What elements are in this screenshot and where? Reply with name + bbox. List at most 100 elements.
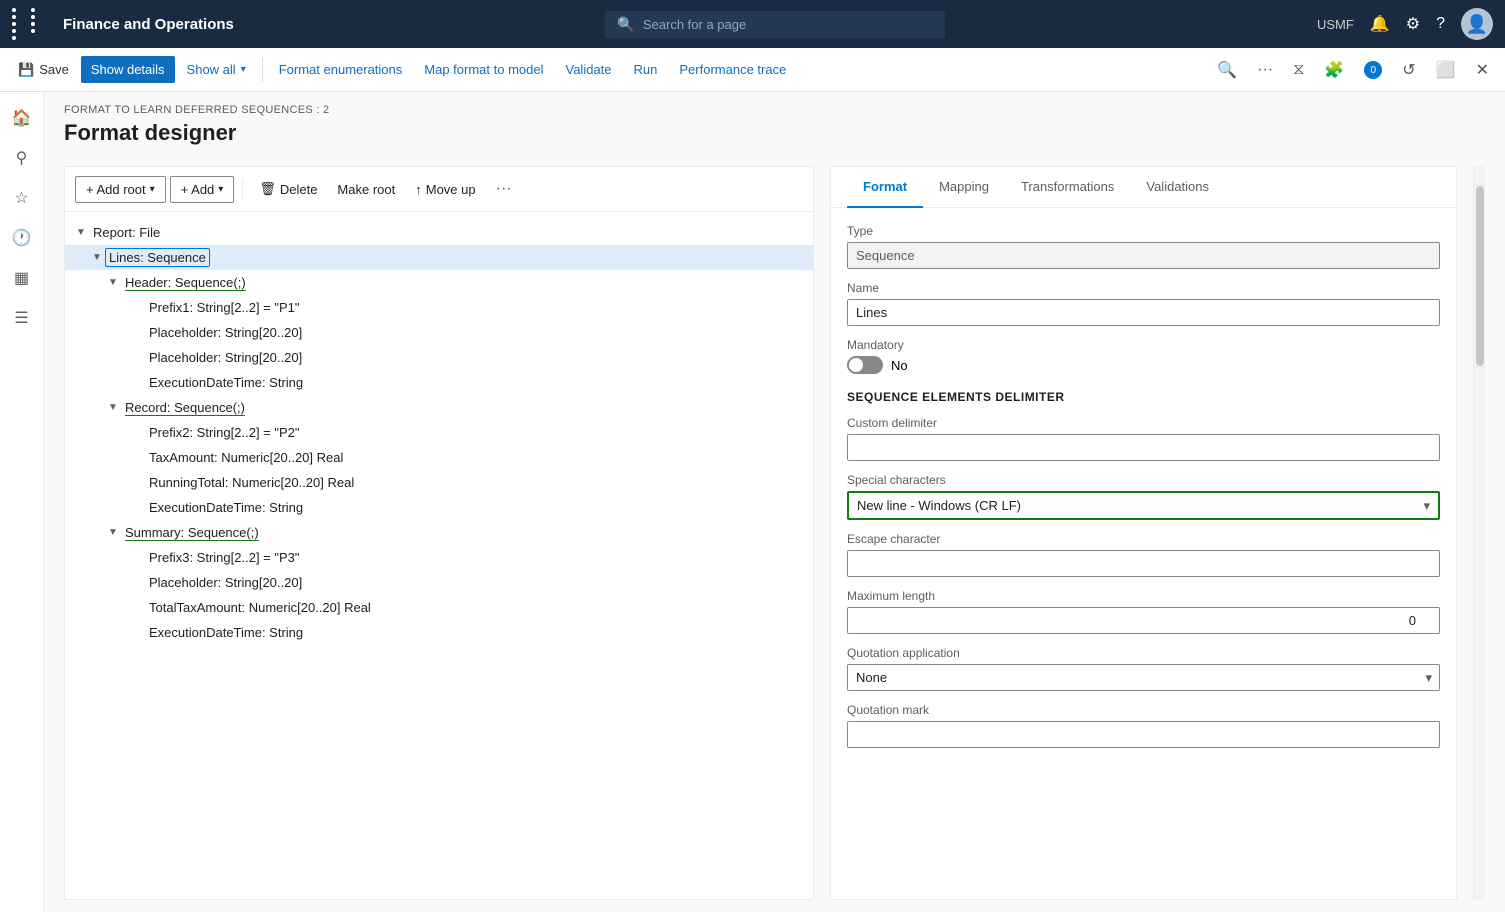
help-icon[interactable]: ? — [1436, 15, 1445, 33]
delete-button[interactable]: 🗑 Delete — [251, 176, 325, 202]
toolbar-right: 🔍 ··· ⧖ 🧩 0 ↺ ⬜ ✕ — [1209, 56, 1497, 84]
mandatory-label: Mandatory — [847, 338, 1440, 352]
performance-trace-button[interactable]: Performance trace — [669, 56, 796, 83]
tree-content: ▼ Report: File ▼ Lines: Sequence ▼ Heade… — [65, 212, 813, 899]
tree-more-button[interactable]: ··· — [488, 175, 520, 203]
show-details-button[interactable]: Show details — [81, 56, 175, 83]
user-avatar[interactable]: 👤 — [1461, 8, 1493, 40]
quotation-mark-input[interactable] — [847, 721, 1440, 748]
tree-toggle-header[interactable]: ▼ — [105, 277, 121, 288]
save-button[interactable]: 💾 Save — [8, 56, 79, 84]
tab-transformations[interactable]: Transformations — [1005, 167, 1130, 208]
tree-item-lines[interactable]: ▼ Lines: Sequence — [65, 245, 813, 270]
section-delimiter-header: SEQUENCE ELEMENTS DELIMITER — [847, 390, 1440, 404]
app-title: Finance and Operations — [63, 16, 234, 33]
sidebar-clock-icon[interactable]: 🕐 — [4, 220, 40, 256]
tab-mapping[interactable]: Mapping — [923, 167, 1005, 208]
property-tabs: Format Mapping Transformations Validatio… — [831, 167, 1456, 208]
escape-char-input[interactable] — [847, 550, 1440, 577]
top-nav: Finance and Operations 🔍 USMF 🔔 ⚙ ? 👤 — [0, 0, 1505, 48]
notification-icon[interactable]: 🔔 — [1370, 14, 1390, 34]
designer-area: + Add root ▾ + Add ▾ 🗑 Delete Make root — [44, 154, 1505, 912]
quotation-app-label: Quotation application — [847, 646, 1440, 660]
breadcrumb: FORMAT TO LEARN DEFERRED SEQUENCES : 2 — [64, 104, 1485, 116]
tree-item-totaltax[interactable]: ▶ TotalTaxAmount: Numeric[20..20] Real — [65, 595, 813, 620]
make-root-button[interactable]: Make root — [329, 177, 403, 202]
delete-icon: 🗑 — [259, 181, 276, 197]
sidebar-filter-icon[interactable]: ⚲ — [4, 140, 40, 176]
settings-icon[interactable]: ⚙ — [1406, 14, 1420, 34]
open-new-icon[interactable]: ⬜ — [1428, 56, 1464, 84]
tree-item-execdt2[interactable]: ▶ ExecutionDateTime: String — [65, 495, 813, 520]
search-toolbar-icon[interactable]: 🔍 — [1209, 56, 1245, 84]
tree-item-summary[interactable]: ▼ Summary: Sequence(;) — [65, 520, 813, 545]
right-scrollbar[interactable] — [1473, 166, 1485, 900]
name-input[interactable] — [847, 299, 1440, 326]
sidebar-star-icon[interactable]: ☆ — [4, 180, 40, 216]
tab-format[interactable]: Format — [847, 167, 923, 208]
max-length-label: Maximum length — [847, 589, 1440, 603]
run-button[interactable]: Run — [624, 56, 668, 83]
tree-item-execdt1[interactable]: ▶ ExecutionDateTime: String — [65, 370, 813, 395]
add-root-chevron-icon: ▾ — [150, 184, 155, 195]
tree-toggle-lines[interactable]: ▼ — [89, 252, 105, 263]
quotation-mark-label: Quotation mark — [847, 703, 1440, 717]
tree-item-prefix2[interactable]: ▶ Prefix2: String[2..2] = "P2" — [65, 420, 813, 445]
mandatory-toggle[interactable] — [847, 356, 883, 374]
format-enumerations-button[interactable]: Format enumerations — [269, 56, 413, 83]
map-format-to-model-button[interactable]: Map format to model — [414, 56, 553, 83]
tree-item-report[interactable]: ▼ Report: File — [65, 220, 813, 245]
env-label: USMF — [1317, 17, 1354, 32]
connect-icon[interactable]: ⧖ — [1285, 57, 1312, 83]
custom-delimiter-label: Custom delimiter — [847, 416, 1440, 430]
tree-toggle-report[interactable]: ▼ — [73, 227, 89, 238]
tree-item-runningtotal[interactable]: ▶ RunningTotal: Numeric[20..20] Real — [65, 470, 813, 495]
type-label: Type — [847, 224, 1440, 238]
tree-panel: + Add root ▾ + Add ▾ 🗑 Delete Make root — [64, 166, 814, 900]
tree-item-prefix3[interactable]: ▶ Prefix3: String[2..2] = "P3" — [65, 545, 813, 570]
tree-toggle-summary[interactable]: ▼ — [105, 527, 121, 538]
property-panel: Format Mapping Transformations Validatio… — [830, 166, 1457, 900]
name-label: Name — [847, 281, 1440, 295]
tree-item-placeholder3[interactable]: ▶ Placeholder: String[20..20] — [65, 570, 813, 595]
sidebar-grid-icon[interactable]: ▦ — [4, 260, 40, 296]
app-grid-icon[interactable] — [12, 8, 47, 40]
escape-char-label: Escape character — [847, 532, 1440, 546]
sidebar-list-icon[interactable]: ☰ — [4, 300, 40, 336]
validate-button[interactable]: Validate — [556, 56, 622, 83]
show-all-button[interactable]: Show all ▾ — [177, 56, 256, 83]
add-root-button[interactable]: + Add root ▾ — [75, 176, 166, 203]
plugin-icon[interactable]: 🧩 — [1316, 56, 1352, 84]
sidebar-icons: 🏠 ⚲ ☆ 🕐 ▦ ☰ — [0, 92, 44, 912]
property-content: Type Name Mandatory No SEQUENCE ELEME — [831, 208, 1456, 899]
tree-toolbar: + Add root ▾ + Add ▾ 🗑 Delete Make root — [65, 167, 813, 212]
close-icon[interactable]: ✕ — [1468, 56, 1497, 84]
type-input[interactable] — [847, 242, 1440, 269]
badge-btn[interactable]: 0 — [1356, 56, 1390, 84]
special-characters-select[interactable]: New line - Windows (CR LF) New line - Un… — [849, 493, 1438, 518]
refresh-icon[interactable]: ↺ — [1394, 56, 1423, 84]
page-header: FORMAT TO LEARN DEFERRED SEQUENCES : 2 F… — [44, 92, 1505, 154]
search-input[interactable] — [643, 17, 934, 32]
custom-delimiter-input[interactable] — [847, 434, 1440, 461]
toolbar: 💾 Save Show details Show all ▾ Format en… — [0, 48, 1505, 92]
add-button[interactable]: + Add ▾ — [170, 176, 235, 203]
quotation-app-select[interactable]: None Always When required — [847, 664, 1440, 691]
move-up-icon: ↑ — [415, 182, 422, 197]
content-area: FORMAT TO LEARN DEFERRED SEQUENCES : 2 F… — [44, 92, 1505, 912]
max-length-input[interactable] — [847, 607, 1440, 634]
move-up-button[interactable]: ↑ Move up — [407, 177, 483, 202]
tree-item-placeholder2[interactable]: ▶ Placeholder: String[20..20] — [65, 345, 813, 370]
tree-item-taxamount[interactable]: ▶ TaxAmount: Numeric[20..20] Real — [65, 445, 813, 470]
tab-validations[interactable]: Validations — [1130, 167, 1225, 208]
tree-item-execdt3[interactable]: ▶ ExecutionDateTime: String — [65, 620, 813, 645]
tree-item-header[interactable]: ▼ Header: Sequence(;) — [65, 270, 813, 295]
tree-item-record[interactable]: ▼ Record: Sequence(;) — [65, 395, 813, 420]
main-layout: 🏠 ⚲ ☆ 🕐 ▦ ☰ FORMAT TO LEARN DEFERRED SEQ… — [0, 92, 1505, 912]
tree-item-prefix1[interactable]: ▶ Prefix1: String[2..2] = "P1" — [65, 295, 813, 320]
tree-toggle-record[interactable]: ▼ — [105, 402, 121, 413]
sidebar-home-icon[interactable]: 🏠 — [4, 100, 40, 136]
global-search[interactable]: 🔍 — [605, 11, 945, 38]
more-toolbar-btn[interactable]: ··· — [1249, 57, 1281, 83]
tree-item-placeholder1[interactable]: ▶ Placeholder: String[20..20] — [65, 320, 813, 345]
